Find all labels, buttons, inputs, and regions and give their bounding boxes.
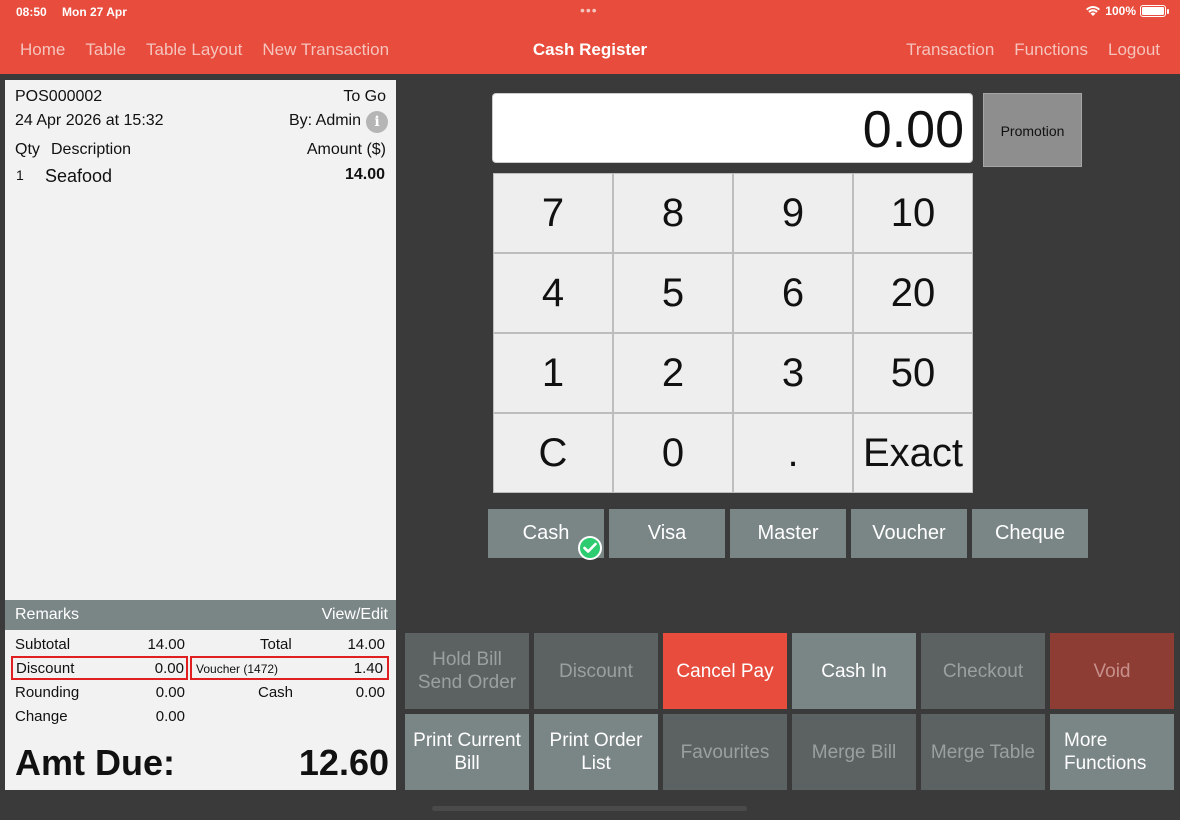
- key-20[interactable]: 20: [854, 254, 972, 332]
- key-0[interactable]: 0: [614, 414, 732, 492]
- payment-master-button[interactable]: Master: [730, 509, 846, 558]
- order-datetime: 24 Apr 2026 at 15:32: [15, 112, 164, 129]
- subtotal-label: Subtotal: [15, 636, 71, 653]
- order-number: POS000002: [15, 88, 103, 105]
- cash-in-button[interactable]: Cash In: [792, 633, 916, 709]
- nav-transaction[interactable]: Transaction: [906, 40, 994, 60]
- col-description: Description: [51, 141, 132, 158]
- key-3[interactable]: 3: [734, 334, 852, 412]
- remarks-view-edit-button[interactable]: View/Edit: [322, 606, 388, 624]
- key-8[interactable]: 8: [614, 174, 732, 252]
- merge-bill-button[interactable]: Merge Bill: [792, 714, 916, 790]
- key-1[interactable]: 1: [494, 334, 612, 412]
- amount-display-value: 0.00: [862, 101, 964, 159]
- amount-due-value: 12.60: [298, 742, 389, 783]
- total-value: 14.00: [347, 636, 385, 653]
- promotion-button[interactable]: Promotion: [983, 93, 1082, 167]
- col-amount: Amount ($): [306, 141, 386, 158]
- payment-cash-button[interactable]: Cash: [488, 509, 604, 560]
- more-functions-button[interactable]: More Functions: [1050, 714, 1174, 790]
- nav-table-layout[interactable]: Table Layout: [146, 40, 242, 60]
- status-date: Mon 27 Apr: [62, 5, 127, 19]
- voucher-value: 1.40: [353, 660, 383, 677]
- order-type: To Go: [343, 88, 386, 105]
- change-value: 0.00: [155, 708, 185, 725]
- key-5[interactable]: 5: [614, 254, 732, 332]
- change-label: Change: [15, 708, 68, 725]
- amount-display: 0.00: [492, 93, 973, 163]
- rounding-value: 0.00: [155, 684, 185, 701]
- list-item[interactable]: 1 Seafood 14.00: [5, 164, 396, 188]
- battery-percent: 100%: [1105, 4, 1136, 18]
- wifi-icon: [1086, 6, 1101, 16]
- print-order-list-button[interactable]: Print Order List: [534, 714, 658, 790]
- receipt-panel: POS000002 To Go 24 Apr 2026 at 15:32 By:…: [5, 80, 396, 790]
- nav-left: Home Table Table Layout New Transaction: [20, 40, 389, 60]
- key-9[interactable]: 9: [734, 174, 852, 252]
- key-7[interactable]: 7: [494, 174, 612, 252]
- amount-due-label: Amt Due:: [15, 742, 175, 783]
- nav-table[interactable]: Table: [85, 40, 126, 60]
- order-by: By: Admin: [288, 112, 361, 129]
- cancel-pay-button[interactable]: Cancel Pay: [663, 633, 787, 709]
- hold-bill-label: Hold Bill: [432, 649, 502, 670]
- discount-value: 0.00: [154, 660, 184, 677]
- home-indicator[interactable]: [432, 806, 747, 811]
- key-2[interactable]: 2: [614, 334, 732, 412]
- battery-icon: [1140, 5, 1169, 17]
- nav-home[interactable]: Home: [20, 40, 65, 60]
- key-50[interactable]: 50: [854, 334, 972, 412]
- key-4[interactable]: 4: [494, 254, 612, 332]
- key-exact[interactable]: Exact: [854, 414, 972, 492]
- nav-logout[interactable]: Logout: [1108, 40, 1160, 60]
- discount-row[interactable]: Discount 0.00: [11, 656, 188, 680]
- check-icon: [578, 536, 602, 560]
- voucher-row[interactable]: Voucher (1472) 1.40: [190, 656, 389, 680]
- item-qty: 1: [16, 167, 24, 183]
- void-button[interactable]: Void: [1050, 633, 1174, 709]
- rounding-label: Rounding: [15, 684, 80, 701]
- multitasking-dots-icon[interactable]: •••: [580, 2, 598, 18]
- col-qty: Qty: [15, 141, 40, 158]
- info-icon[interactable]: i: [366, 111, 388, 133]
- discount-label: Discount: [16, 660, 75, 677]
- checkout-button[interactable]: Checkout: [921, 633, 1045, 709]
- discount-button[interactable]: Discount: [534, 633, 658, 709]
- key-6[interactable]: 6: [734, 254, 852, 332]
- status-time: 08:50: [16, 5, 47, 19]
- nav-new-transaction[interactable]: New Transaction: [262, 40, 389, 60]
- status-right: 100%: [1085, 4, 1169, 18]
- item-amount: 14.00: [344, 166, 385, 183]
- favourites-button[interactable]: Favourites: [663, 714, 787, 790]
- payment-cash-label: Cash: [522, 522, 570, 544]
- total-label: Total: [260, 636, 292, 653]
- payment-voucher-button[interactable]: Voucher: [851, 509, 967, 558]
- keypad: 7 8 9 10 4 5 6 20 1 2 3 50 C 0 . Exact: [493, 173, 973, 493]
- key-clear[interactable]: C: [494, 414, 612, 492]
- item-description: Seafood: [45, 166, 113, 186]
- remarks-label: Remarks: [15, 606, 80, 623]
- payment-cheque-button[interactable]: Cheque: [972, 509, 1088, 558]
- remarks-bar: Remarks View/Edit: [5, 600, 396, 630]
- top-bar: 08:50 Mon 27 Apr ••• 100% Home Table Tab…: [0, 0, 1180, 74]
- cash-label: Cash: [258, 684, 294, 701]
- print-current-bill-button[interactable]: Print Current Bill: [405, 714, 529, 790]
- payment-visa-button[interactable]: Visa: [609, 509, 725, 558]
- key-10[interactable]: 10: [854, 174, 972, 252]
- nav-right: Transaction Functions Logout: [906, 40, 1160, 60]
- subtotal-value: 14.00: [147, 636, 185, 653]
- send-order-label: Send Order: [417, 672, 517, 693]
- key-decimal[interactable]: .: [734, 414, 852, 492]
- hold-bill-send-order-button[interactable]: Hold Bill Send Order: [405, 633, 529, 709]
- nav-functions[interactable]: Functions: [1014, 40, 1088, 60]
- voucher-label: Voucher (1472): [196, 662, 279, 676]
- cash-value: 0.00: [355, 684, 385, 701]
- merge-table-button[interactable]: Merge Table: [921, 714, 1045, 790]
